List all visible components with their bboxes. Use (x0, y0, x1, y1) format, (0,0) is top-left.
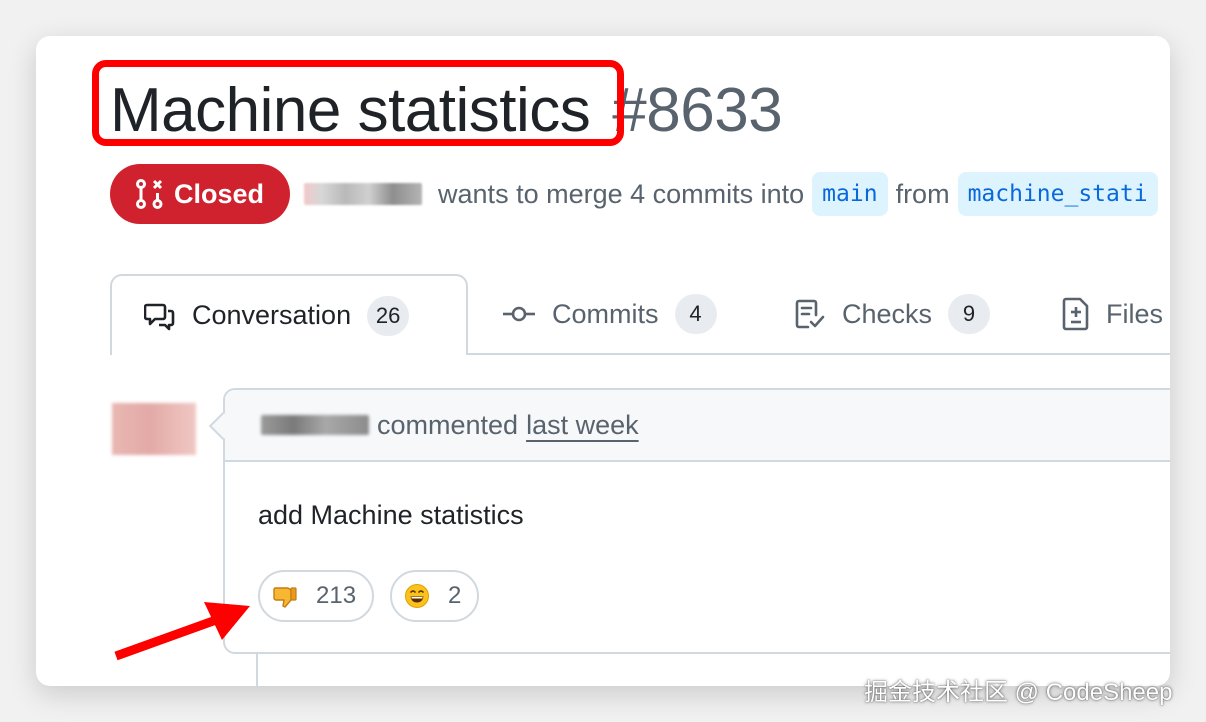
state-label: Closed (174, 178, 265, 209)
avatar-redacted (112, 403, 196, 455)
checklist-icon (794, 298, 826, 330)
tab-conversation[interactable]: Conversation 26 (110, 274, 468, 355)
comment-box: commented last week add Machine statisti… (223, 388, 1170, 654)
closed-state-badge: Closed (110, 164, 291, 224)
git-pull-request-closed-icon (136, 179, 163, 209)
author-name-redacted (304, 183, 423, 205)
tab-checks-count: 9 (948, 294, 991, 334)
base-branch[interactable]: main (812, 172, 888, 216)
tab-commits-count: 4 (674, 294, 717, 334)
commenter-name-redacted (261, 415, 369, 435)
comment-timestamp-link[interactable]: last week (526, 410, 639, 441)
merge-text: wants to merge 4 commits into (438, 178, 805, 209)
comment-header: commented last week (225, 390, 1170, 462)
tab-commits[interactable]: Commits 4 (502, 274, 717, 354)
grinning-face-reaction-button[interactable]: 2 (390, 570, 480, 622)
tab-checks[interactable]: Checks 9 (794, 274, 991, 354)
tab-checks-label: Checks (842, 298, 933, 329)
pr-number: #8633 (612, 76, 783, 145)
title-highlight-annotation (92, 60, 624, 146)
tab-conversation-count: 26 (367, 295, 410, 336)
tab-files-label: Files (1106, 298, 1164, 329)
watermark: 掘金技术社区 @ CodeSheep (864, 679, 1173, 706)
tab-commits-label: Commits (552, 298, 659, 329)
tab-files[interactable]: Files (1062, 274, 1163, 354)
pr-meta-row: Closed wants to merge 4 commits into mai… (110, 164, 1158, 224)
file-diff-icon (1062, 297, 1090, 331)
tab-conversation-label: Conversation (192, 300, 352, 330)
comment-verb: commented (377, 409, 519, 440)
head-branch[interactable]: machine_stati (957, 172, 1158, 216)
pull-request-card: Machine statistics #8633 Closed wants to … (36, 36, 1170, 686)
thumbs-down-count: 213 (316, 582, 357, 609)
comment-discussion-icon (144, 301, 176, 331)
comment-body: add Machine statistics (258, 500, 524, 530)
grinning-face-count: 2 (448, 582, 462, 609)
reactions: 213 2 (258, 570, 495, 622)
commit-icon (502, 304, 536, 324)
thumbs-down-icon (272, 583, 298, 609)
from-text: from (895, 178, 950, 209)
grinning-face-icon (404, 583, 430, 609)
pr-title-row: Machine statistics #8633 (92, 60, 783, 146)
red-arrow-pointer-icon (114, 602, 250, 661)
thumbs-down-reaction-button[interactable]: 213 (258, 570, 375, 622)
pr-tabs: Conversation 26 Commits 4 Checks 9 Files (110, 274, 1170, 355)
